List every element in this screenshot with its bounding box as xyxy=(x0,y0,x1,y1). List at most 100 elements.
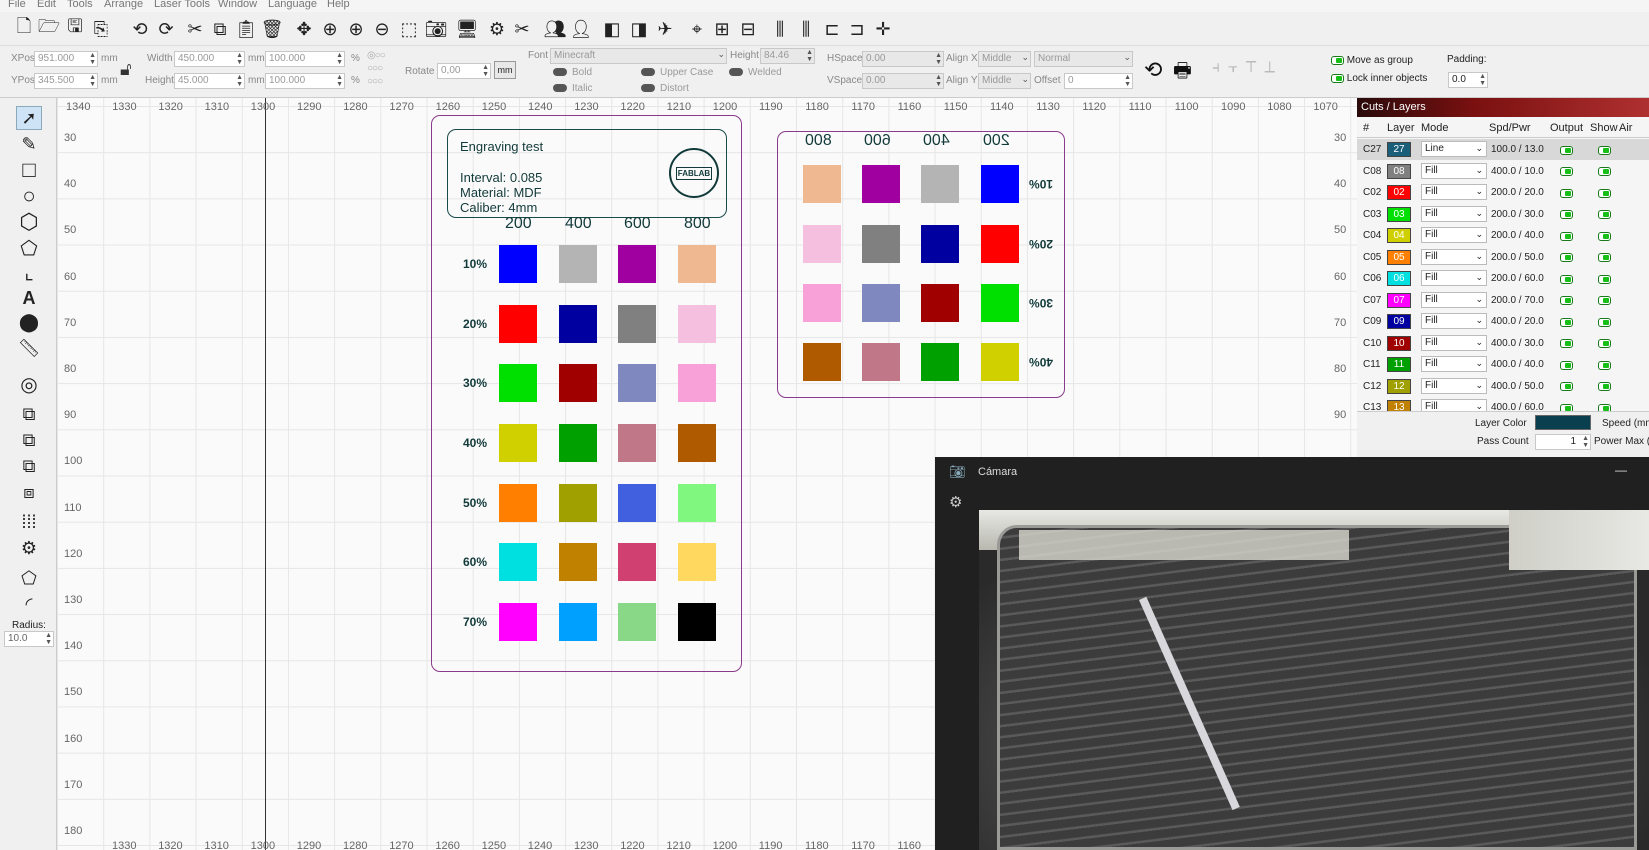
distort-toggle[interactable]: Distort xyxy=(641,83,689,94)
flip-horizontal-icon[interactable]: ◧︎ xyxy=(600,17,624,41)
output-toggle[interactable] xyxy=(1560,360,1573,371)
show-toggle[interactable] xyxy=(1598,210,1611,221)
rotate-field[interactable]: 0,00 ▲ ▼ xyxy=(437,63,491,79)
measure-icon[interactable]: 📏︎ xyxy=(16,336,42,360)
paste-icon[interactable]: 📋︎ xyxy=(234,17,258,41)
layer-row[interactable]: C06 06 Fill ⌄ 200.0 / 60.0 xyxy=(1357,268,1649,289)
color-swatch[interactable] xyxy=(499,603,537,641)
align-y-select[interactable]: Middle ⌄ xyxy=(978,73,1031,89)
hspace-field[interactable]: 0.00 ▲ ▼ xyxy=(862,51,944,67)
lock-inner-objects-toggle[interactable]: Lock inner objects xyxy=(1331,73,1427,84)
color-swatch[interactable] xyxy=(499,305,537,343)
layer-row[interactable]: C09 09 Fill ⌄ 400.0 / 20.0 xyxy=(1357,311,1649,332)
radius-field[interactable]: 10.0 ▲ ▼ xyxy=(4,631,54,647)
new-file-icon[interactable]: 🗋︎ xyxy=(12,16,36,41)
layer-row[interactable]: C27 27 Line ⌄ 100.0 / 13.0 xyxy=(1357,139,1649,160)
color-swatch[interactable] xyxy=(559,364,597,402)
color-swatch[interactable] xyxy=(499,484,537,522)
menu-item-laser-tools[interactable]: Laser Tools xyxy=(154,0,210,10)
layer-color-badge[interactable]: 09 xyxy=(1387,314,1411,329)
layer-row[interactable]: C05 05 Fill ⌄ 200.0 / 50.0 xyxy=(1357,247,1649,268)
color-swatch[interactable] xyxy=(618,245,656,283)
select-frame-icon[interactable]: ⬚︎ xyxy=(397,17,421,41)
layer-mode-select[interactable]: Fill ⌄ xyxy=(1421,205,1487,222)
mirror-icon[interactable]: ◨︎ xyxy=(627,17,651,41)
color-swatch[interactable] xyxy=(559,543,597,581)
color-swatch[interactable] xyxy=(678,305,716,343)
redo-icon[interactable]: ⟳︎ xyxy=(154,17,178,41)
color-swatch[interactable] xyxy=(803,225,841,263)
color-swatch[interactable] xyxy=(618,543,656,581)
show-toggle[interactable] xyxy=(1598,188,1611,199)
move-icon[interactable]: ✥︎ xyxy=(292,17,316,41)
upper-case-toggle[interactable]: Upper Case xyxy=(641,67,713,78)
weld-icon[interactable]: ⧈ xyxy=(16,480,42,504)
color-swatch[interactable] xyxy=(499,364,537,402)
show-toggle[interactable] xyxy=(1598,403,1611,411)
color-swatch[interactable] xyxy=(618,305,656,343)
output-toggle[interactable] xyxy=(1560,403,1573,411)
xpos-field[interactable]: 951.000 ▲ ▼ xyxy=(34,51,98,67)
monitor-icon[interactable]: 🖥︎ xyxy=(455,17,479,41)
color-swatch[interactable] xyxy=(981,225,1019,263)
dock-icon[interactable]: ⊏︎ xyxy=(820,17,844,41)
menu-item-tools[interactable]: Tools xyxy=(67,0,93,10)
copy-icon[interactable]: ⧉︎ xyxy=(208,17,232,41)
show-toggle[interactable] xyxy=(1598,274,1611,285)
layer-color-badge[interactable]: 05 xyxy=(1387,249,1411,265)
color-swatch[interactable] xyxy=(618,424,656,462)
layer-mode-select[interactable]: Fill ⌄ xyxy=(1421,162,1487,179)
color-swatch[interactable] xyxy=(618,364,656,402)
output-toggle[interactable] xyxy=(1560,231,1573,242)
layer-color-badge[interactable]: 07 xyxy=(1387,292,1411,308)
show-toggle[interactable] xyxy=(1598,339,1611,350)
boolean-union-icon[interactable]: ⧉ xyxy=(16,402,42,426)
layer-color-badge[interactable]: 11 xyxy=(1387,357,1411,372)
align-middle-icon[interactable]: ⊟︎ xyxy=(736,17,760,41)
layer-color-badge[interactable]: 04 xyxy=(1387,228,1411,243)
color-swatch[interactable] xyxy=(803,343,841,381)
offset-field[interactable]: 0 ▲ ▼ xyxy=(1064,73,1133,89)
undo-icon[interactable]: ⟲︎ xyxy=(128,17,152,41)
tabs-icon[interactable]: ⬠ xyxy=(16,566,42,590)
output-toggle[interactable] xyxy=(1560,339,1573,350)
color-swatch[interactable] xyxy=(803,284,841,322)
scale-width-field[interactable]: 100.000 ▲ ▼ xyxy=(265,51,345,67)
pen-icon[interactable]: ✎ xyxy=(16,132,42,156)
layer-color-badge[interactable]: 02 xyxy=(1387,185,1411,200)
path-icon[interactable]: ⬠ xyxy=(16,236,42,260)
color-swatch[interactable] xyxy=(618,484,656,522)
crosshair-icon[interactable]: ✛︎ xyxy=(871,17,895,41)
show-toggle[interactable] xyxy=(1598,296,1611,307)
layer-row[interactable]: C02 02 Fill ⌄ 200.0 / 20.0 xyxy=(1357,182,1649,203)
unit-toggle-button[interactable]: mm xyxy=(494,61,516,79)
position-marker-icon[interactable]: ⬤ xyxy=(16,310,42,334)
output-toggle[interactable] xyxy=(1560,210,1573,221)
color-swatch[interactable] xyxy=(559,484,597,522)
layer-color-badge[interactable]: 13 xyxy=(1387,400,1411,411)
menu-item-arrange[interactable]: Arrange xyxy=(104,0,143,10)
pass-count-field[interactable]: 1 ▲ ▼ xyxy=(1535,434,1591,450)
color-swatch[interactable] xyxy=(499,543,537,581)
color-swatch[interactable] xyxy=(559,603,597,641)
color-swatch[interactable] xyxy=(921,284,959,322)
layer-mode-select[interactable]: Line ⌄ xyxy=(1421,141,1487,157)
padding-field[interactable]: 0.0 ▲ ▼ xyxy=(1448,72,1488,88)
output-toggle[interactable] xyxy=(1560,274,1573,285)
color-swatch[interactable] xyxy=(618,603,656,641)
color-swatch[interactable] xyxy=(559,245,597,283)
color-swatch[interactable] xyxy=(862,284,900,322)
color-swatch[interactable] xyxy=(559,305,597,343)
layer-mode-select[interactable]: Fill ⌄ xyxy=(1421,270,1487,286)
minimize-button[interactable]: — xyxy=(1615,463,1627,477)
target-icon[interactable]: ⌖︎ xyxy=(685,17,709,41)
delete-icon[interactable]: 🗑︎ xyxy=(260,17,284,41)
width-field[interactable]: 450.000 ▲ ▼ xyxy=(174,51,245,67)
welded-toggle[interactable]: Welded xyxy=(729,67,782,78)
color-swatch[interactable] xyxy=(921,165,959,203)
zoom-out-icon[interactable]: ⊖︎ xyxy=(370,17,394,41)
color-swatch[interactable] xyxy=(862,225,900,263)
layer-mode-select[interactable]: Fill ⌄ xyxy=(1421,356,1487,372)
color-swatch[interactable] xyxy=(678,364,716,402)
height-field[interactable]: 45.000 ▲ ▼ xyxy=(174,73,245,89)
